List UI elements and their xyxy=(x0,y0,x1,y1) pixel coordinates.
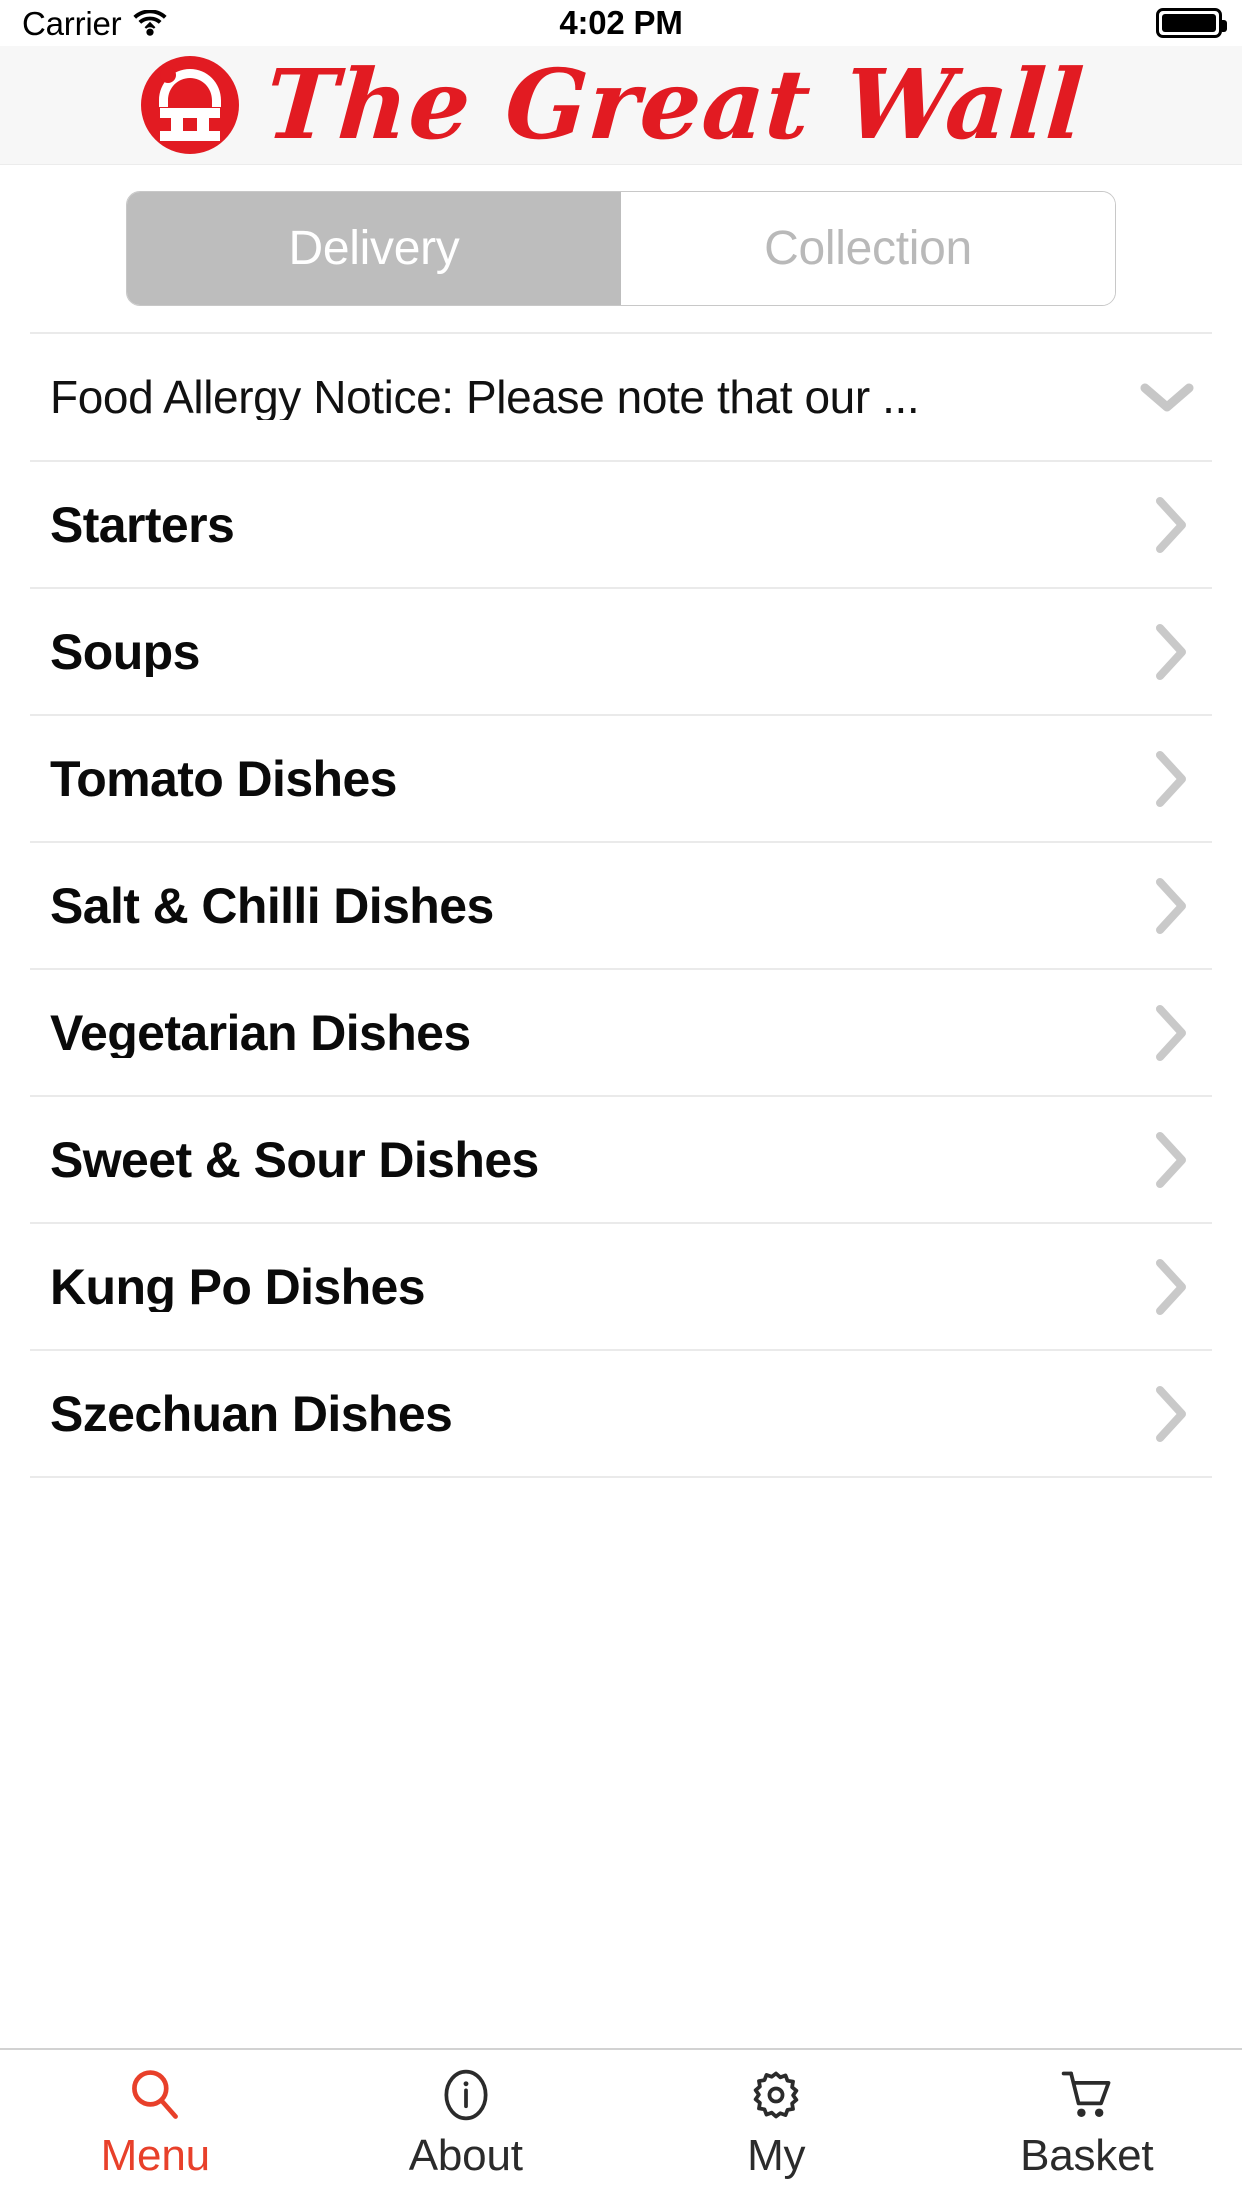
order-mode-area: Delivery Collection xyxy=(0,165,1242,332)
brand-name: The Great Wall xyxy=(262,48,1088,161)
status-bar-right xyxy=(1156,0,1227,46)
status-bar: Carrier 4:02 PM xyxy=(0,0,1242,46)
segment-delivery[interactable]: Delivery xyxy=(127,192,621,305)
info-circle-icon xyxy=(437,2064,495,2126)
tab-label: Menu xyxy=(100,2131,210,2180)
category-row-kung-po-dishes[interactable]: Kung Po Dishes xyxy=(0,1224,1242,1349)
tab-label: Basket xyxy=(1020,2131,1154,2180)
search-icon xyxy=(126,2064,184,2126)
chevron-right-icon[interactable] xyxy=(1154,1258,1188,1316)
menu-category-list: Food Allergy Notice: Please note that ou… xyxy=(0,332,1242,2048)
category-label: Starters xyxy=(50,499,235,550)
category-label: Soups xyxy=(50,626,200,677)
shopping-cart-icon xyxy=(1058,2064,1116,2126)
segment-collection[interactable]: Collection xyxy=(621,192,1115,305)
allergy-notice-text: Food Allergy Notice: Please note that ou… xyxy=(50,374,920,420)
category-row-tomato-dishes[interactable]: Tomato Dishes xyxy=(0,716,1242,841)
category-row-vegetarian-dishes[interactable]: Vegetarian Dishes xyxy=(0,970,1242,1095)
category-row-sweet-and-sour-dishes[interactable]: Sweet & Sour Dishes xyxy=(0,1097,1242,1222)
tab-basket[interactable]: Basket xyxy=(932,2050,1242,2208)
battery-full-icon xyxy=(1156,8,1227,38)
tab-menu[interactable]: Menu xyxy=(0,2050,311,2208)
list-divider xyxy=(30,1476,1212,1478)
category-row-starters[interactable]: Starters xyxy=(0,462,1242,587)
chevron-right-icon[interactable] xyxy=(1154,877,1188,935)
chevron-right-icon[interactable] xyxy=(1154,750,1188,808)
allergy-notice-row[interactable]: Food Allergy Notice: Please note that ou… xyxy=(0,334,1242,460)
category-label: Sweet & Sour Dishes xyxy=(50,1134,539,1185)
category-row-szechuan-dishes[interactable]: Szechuan Dishes xyxy=(0,1351,1242,1476)
category-row-salt-and-chilli-dishes[interactable]: Salt & Chilli Dishes xyxy=(0,843,1242,968)
chevron-right-icon[interactable] xyxy=(1154,1385,1188,1443)
app-screen: Carrier 4:02 PM The Great Wall Delivery … xyxy=(0,0,1242,2208)
order-mode-segmented-control[interactable]: Delivery Collection xyxy=(126,191,1116,306)
clock-label: 4:02 PM xyxy=(559,4,683,41)
category-row-soups[interactable]: Soups xyxy=(0,589,1242,714)
chevron-right-icon[interactable] xyxy=(1154,496,1188,554)
chevron-down-icon[interactable] xyxy=(1140,381,1194,413)
category-label: Kung Po Dishes xyxy=(50,1261,426,1312)
gear-icon xyxy=(747,2064,805,2126)
great-wall-logo-icon xyxy=(138,53,242,157)
category-label: Tomato Dishes xyxy=(50,753,397,804)
tab-about[interactable]: About xyxy=(311,2050,622,2208)
category-label: Vegetarian Dishes xyxy=(50,1007,471,1058)
tab-my[interactable]: My xyxy=(621,2050,932,2208)
chevron-right-icon[interactable] xyxy=(1154,623,1188,681)
chevron-right-icon[interactable] xyxy=(1154,1131,1188,1189)
tab-label: About xyxy=(408,2131,523,2180)
category-label: Szechuan Dishes xyxy=(50,1388,453,1439)
app-header: The Great Wall xyxy=(0,46,1242,165)
chevron-right-icon[interactable] xyxy=(1154,1004,1188,1062)
bottom-tab-bar: Menu About My Basket xyxy=(0,2048,1242,2208)
tab-label: My xyxy=(747,2131,806,2180)
brand-logo: The Great Wall xyxy=(138,48,1088,161)
category-label: Salt & Chilli Dishes xyxy=(50,880,494,931)
